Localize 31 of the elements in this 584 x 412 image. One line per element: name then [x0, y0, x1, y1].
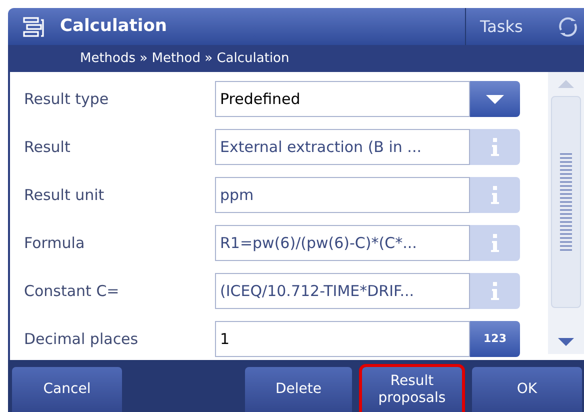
field-label: Result unit: [23, 184, 106, 206]
footer-button[interactable]: Result proposals: [362, 367, 462, 412]
input-field[interactable]: External extraction (B in ...: [215, 129, 470, 165]
tasks-button[interactable]: Tasks: [466, 8, 556, 45]
field-label: Decimal places: [23, 328, 140, 350]
window-title: Calculation: [60, 14, 167, 38]
info-icon: [491, 186, 499, 204]
info-icon: [491, 138, 499, 156]
input-field[interactable]: 1: [215, 321, 470, 357]
refresh-icon[interactable]: [556, 14, 580, 38]
field-label: Result: [23, 136, 72, 158]
input-field[interactable]: ppm: [215, 177, 470, 213]
footer-button[interactable]: Cancel: [12, 367, 122, 412]
dropdown-button[interactable]: [470, 81, 520, 117]
input-field[interactable]: (ICEQ/10.712-TIME*DRIF...: [215, 273, 470, 309]
scrollbar[interactable]: [548, 72, 584, 354]
breadcrumb: Methods » Method » Calculation: [80, 50, 290, 68]
input-field[interactable]: R1=pw(6)/(pw(6)-C)*(C*...: [215, 225, 470, 261]
caret-icon: [486, 94, 504, 104]
field-label: Constant C=: [23, 280, 120, 302]
field-label: Formula: [23, 232, 86, 254]
info-icon: [491, 234, 499, 252]
scroll-thumb[interactable]: [551, 96, 581, 308]
footer-button[interactable]: OK: [472, 367, 582, 412]
method-icon: [22, 16, 44, 38]
footer-button[interactable]: Delete: [245, 367, 352, 412]
dropdown-field[interactable]: Predefined: [215, 81, 470, 117]
scroll-down-icon[interactable]: [558, 338, 574, 348]
info-icon: [491, 282, 499, 300]
keypad-button[interactable]: 123: [470, 321, 520, 357]
field-label: Result type: [23, 88, 110, 110]
